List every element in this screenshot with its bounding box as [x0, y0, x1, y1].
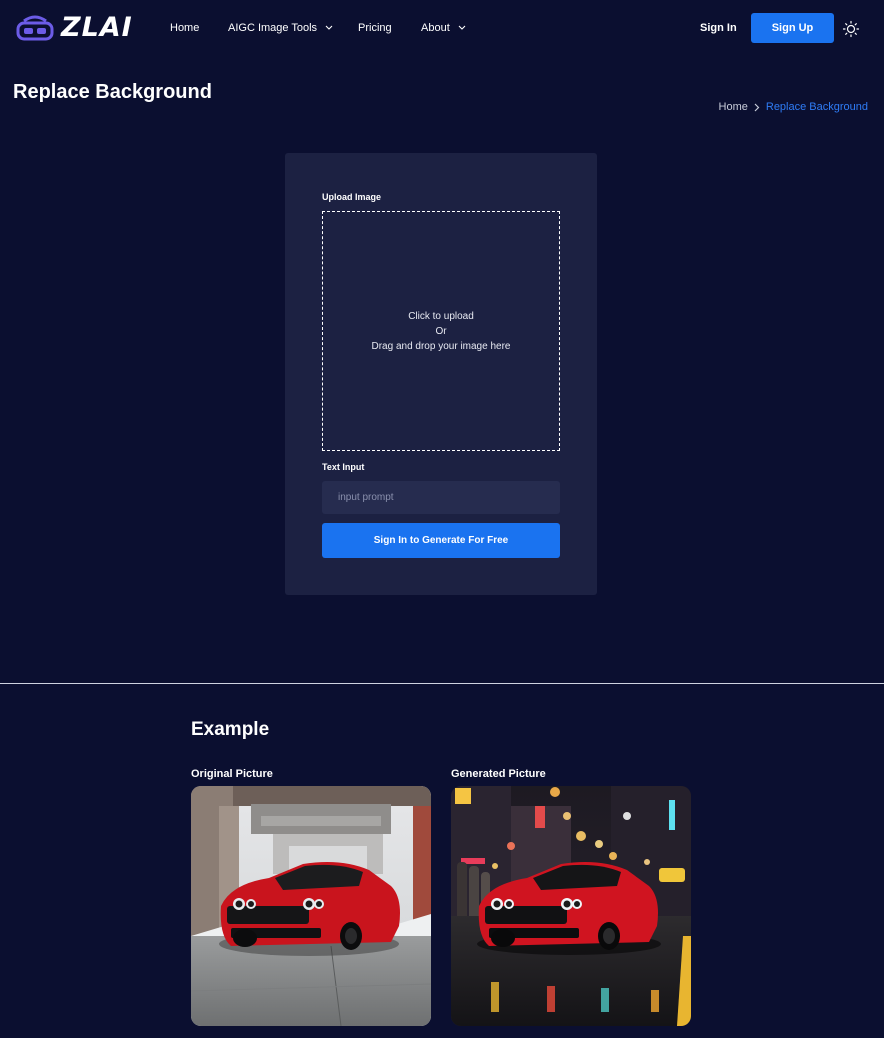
upload-instruction: Click to upload: [408, 310, 474, 322]
upload-or-text: Or: [435, 325, 447, 337]
vr-headset-icon: [16, 15, 54, 41]
prompt-input[interactable]: [322, 481, 560, 514]
replace-background-form: Upload Image Click to upload Or Drag and…: [285, 153, 597, 595]
generated-picture: [451, 786, 691, 1026]
brand-name: ZLAI: [61, 12, 133, 43]
generate-button[interactable]: Sign In to Generate For Free: [322, 523, 560, 558]
sun-icon[interactable]: [842, 20, 860, 38]
generated-picture-label: Generated Picture: [451, 768, 546, 780]
upload-image-label: Upload Image: [322, 192, 382, 202]
original-picture-label: Original Picture: [191, 768, 273, 780]
nav-item-label: Pricing: [358, 22, 392, 34]
nav-item-about[interactable]: About: [421, 22, 466, 34]
top-navbar: ZLAI Home AIGC Image Tools Pricing About…: [0, 0, 884, 58]
original-picture: [191, 786, 431, 1026]
nav-item-pricing[interactable]: Pricing: [358, 22, 392, 34]
chevron-right-icon: [754, 103, 760, 111]
breadcrumb-current: Replace Background: [765, 101, 868, 113]
example-heading: Example: [191, 719, 270, 740]
section-divider: [0, 683, 884, 684]
nav-item-home[interactable]: Home: [170, 22, 199, 34]
breadcrumb: Home Replace Background: [719, 101, 868, 113]
nav-item-label: Home: [170, 22, 200, 34]
breadcrumb-home-link[interactable]: Home: [719, 101, 748, 113]
brand-logo[interactable]: ZLAI: [16, 13, 133, 43]
upload-dropzone[interactable]: Click to upload Or Drag and drop your im…: [322, 211, 560, 451]
nav-item-label: About: [421, 22, 450, 34]
text-input-label: Text Input: [322, 462, 365, 472]
chevron-down-icon: [325, 25, 333, 30]
nav-item-aigc-image-tools[interactable]: AIGC Image Tools: [228, 22, 333, 34]
chevron-down-icon: [458, 25, 466, 30]
page-title: Replace Background: [13, 81, 212, 103]
sign-in-link[interactable]: Sign In: [700, 22, 737, 34]
upload-drag-text: Drag and drop your image here: [371, 340, 511, 352]
sign-up-button[interactable]: Sign Up: [751, 13, 834, 43]
nav-item-label: AIGC Image Tools: [228, 22, 318, 34]
